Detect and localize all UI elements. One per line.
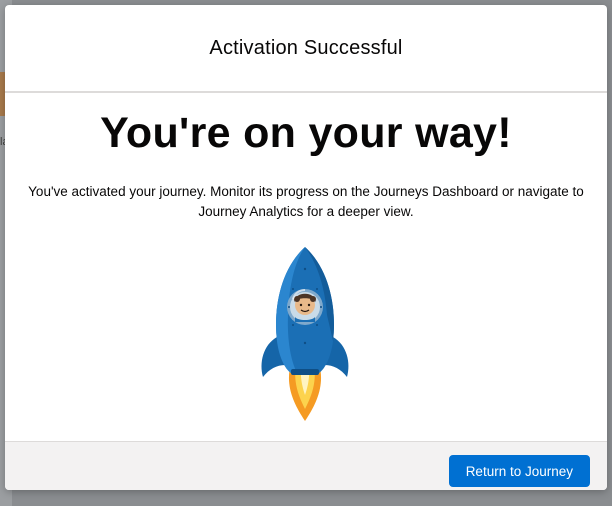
- modal-header: Activation Successful: [5, 5, 607, 93]
- return-to-journey-button[interactable]: Return to Journey: [448, 455, 590, 487]
- activation-modal: Activation Successful You're on your way…: [5, 5, 607, 490]
- modal-footer: Return to Journey: [5, 441, 607, 490]
- modal-title: Activation Successful: [209, 36, 403, 59]
- hero-message: You've activated your journey. Monitor i…: [28, 184, 584, 219]
- rocket-astronaut-icon: [261, 247, 349, 421]
- hero-heading: You're on your way!: [100, 109, 512, 157]
- modal-body: You're on your way! You've activated you…: [5, 93, 607, 441]
